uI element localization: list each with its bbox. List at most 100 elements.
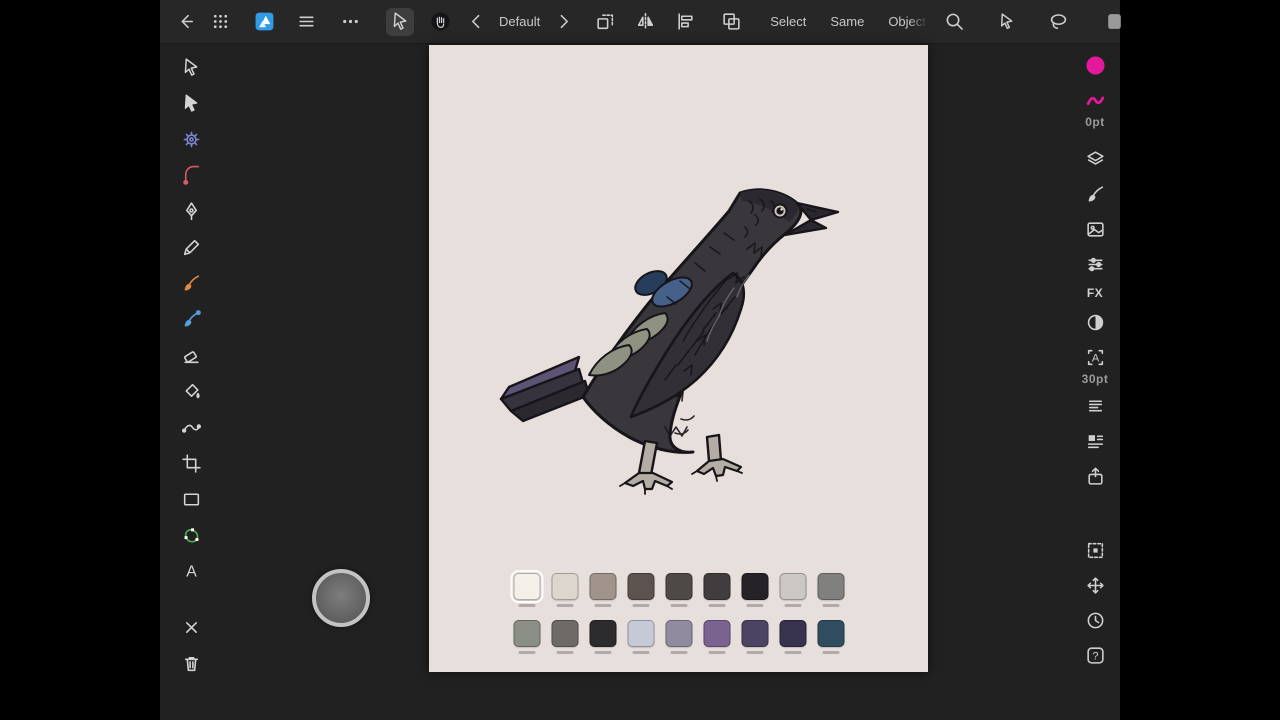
eraser-tool[interactable]: [178, 342, 204, 368]
swatch-cell: [665, 620, 692, 654]
pointer-icon: [996, 11, 1017, 32]
pointer-button[interactable]: [993, 8, 1021, 36]
preset-prev-button[interactable]: [462, 8, 490, 36]
canvas-area[interactable]: [214, 45, 1074, 720]
pen-tool[interactable]: [178, 198, 204, 224]
snapping-button[interactable]: [1082, 537, 1108, 563]
gesture-button[interactable]: [426, 8, 454, 36]
color-swatch[interactable]: [779, 620, 806, 647]
swatch-cell: [665, 573, 692, 607]
preset-next-button[interactable]: [549, 8, 577, 36]
flip-button[interactable]: [631, 8, 659, 36]
app-logo[interactable]: [250, 8, 278, 36]
color-swatch[interactable]: [551, 573, 578, 600]
swatch-caption: [708, 604, 725, 607]
brushes-panel-button[interactable]: [1082, 181, 1108, 207]
color-swatch[interactable]: [779, 573, 806, 600]
color-swatch[interactable]: [741, 573, 768, 600]
hamburger-icon: [296, 11, 317, 32]
color-swatch[interactable]: [513, 620, 540, 647]
pages-button[interactable]: [1101, 8, 1129, 36]
node-tool[interactable]: [178, 90, 204, 116]
color-swatch[interactable]: [703, 620, 730, 647]
delete-button[interactable]: [178, 650, 204, 676]
color-swatch[interactable]: [817, 620, 844, 647]
fx-panel-button[interactable]: FX: [1082, 286, 1108, 300]
swatch-caption: [708, 651, 725, 654]
export-panel-button[interactable]: [1082, 463, 1108, 489]
move-tool[interactable]: [178, 54, 204, 80]
character-panel-button[interactable]: A: [1082, 344, 1108, 370]
color-swatch[interactable]: [627, 573, 654, 600]
gear-icon: [181, 129, 202, 150]
color-swatch[interactable]: [703, 573, 730, 600]
boolean-button[interactable]: [717, 8, 745, 36]
text-tool[interactable]: A: [178, 558, 204, 584]
color-swatch[interactable]: [589, 573, 616, 600]
color-swatch[interactable]: [741, 620, 768, 647]
swatch-caption: [822, 651, 839, 654]
color-swatch[interactable]: [551, 620, 578, 647]
top-toolbar: Default Select Same Object: [160, 0, 1120, 44]
vector-brush-tool[interactable]: [178, 306, 204, 332]
crop-tool[interactable]: [178, 450, 204, 476]
help-icon: ?: [1085, 645, 1106, 666]
quick-menu-button[interactable]: [312, 569, 370, 627]
object-button[interactable]: Object: [885, 8, 929, 36]
more-button[interactable]: [336, 8, 364, 36]
align-button[interactable]: [671, 8, 699, 36]
artboard[interactable]: [429, 45, 928, 672]
affinity-designer-app: DefaultSelectSameObject A 0ptFXA30pt?: [160, 0, 1120, 720]
point-transform-tool[interactable]: [178, 126, 204, 152]
move-tool-button[interactable]: [386, 8, 414, 36]
svg-text:?: ?: [1092, 650, 1098, 662]
color-swatch[interactable]: [589, 620, 616, 647]
transparency-panel-button[interactable]: [1082, 309, 1108, 335]
select-button[interactable]: Select: [767, 8, 809, 36]
color-swatch[interactable]: [665, 573, 692, 600]
zoom-button[interactable]: [941, 8, 969, 36]
history-button[interactable]: [1082, 607, 1108, 633]
swatches-panel-button[interactable]: [1082, 428, 1108, 454]
swatch-cell: [627, 573, 654, 607]
lasso-button[interactable]: [1045, 8, 1073, 36]
shape-tool[interactable]: [178, 522, 204, 548]
corner-tool[interactable]: [178, 162, 204, 188]
effects-panel-button[interactable]: [1082, 251, 1108, 277]
stroke-style-indicator[interactable]: [1082, 87, 1108, 113]
smooth-tool[interactable]: [178, 414, 204, 440]
color-swatch[interactable]: [817, 573, 844, 600]
paragraph-panel-button[interactable]: [1082, 393, 1108, 419]
apps-grid-button[interactable]: [206, 8, 234, 36]
pencil-tool[interactable]: [178, 234, 204, 260]
history-icon: [1085, 610, 1106, 631]
adjustments-panel-button[interactable]: [1082, 216, 1108, 242]
swatch-caption: [594, 651, 611, 654]
swatch-caption: [632, 651, 649, 654]
transform-button[interactable]: [1082, 572, 1108, 598]
help-button[interactable]: ?: [1082, 642, 1108, 668]
image-icon: [1085, 219, 1106, 240]
paint-brush-tool[interactable]: [178, 270, 204, 296]
color-swatch[interactable]: [513, 573, 540, 600]
same-button[interactable]: Same: [827, 8, 867, 36]
layers-panel-button[interactable]: [1082, 146, 1108, 172]
swatch-cell: [817, 573, 844, 607]
close-tools-button[interactable]: [178, 614, 204, 640]
grid-dots-icon: [210, 11, 231, 32]
color-swatch[interactable]: [627, 620, 654, 647]
swatch-caption: [670, 651, 687, 654]
menu-button[interactable]: [292, 8, 320, 36]
letterbox-left: [0, 0, 160, 720]
swatch-cell: [513, 620, 540, 654]
flip-horizontal-icon: [635, 11, 656, 32]
rectangle-tool[interactable]: [178, 486, 204, 512]
preset-label[interactable]: Default: [496, 8, 543, 36]
back-button[interactable]: [172, 8, 200, 36]
close-icon: [181, 617, 202, 638]
back-arrow-icon: [176, 11, 197, 32]
duplicate-button[interactable]: [591, 8, 619, 36]
color-indicator[interactable]: [1082, 52, 1108, 78]
fill-tool[interactable]: [178, 378, 204, 404]
color-swatch[interactable]: [665, 620, 692, 647]
